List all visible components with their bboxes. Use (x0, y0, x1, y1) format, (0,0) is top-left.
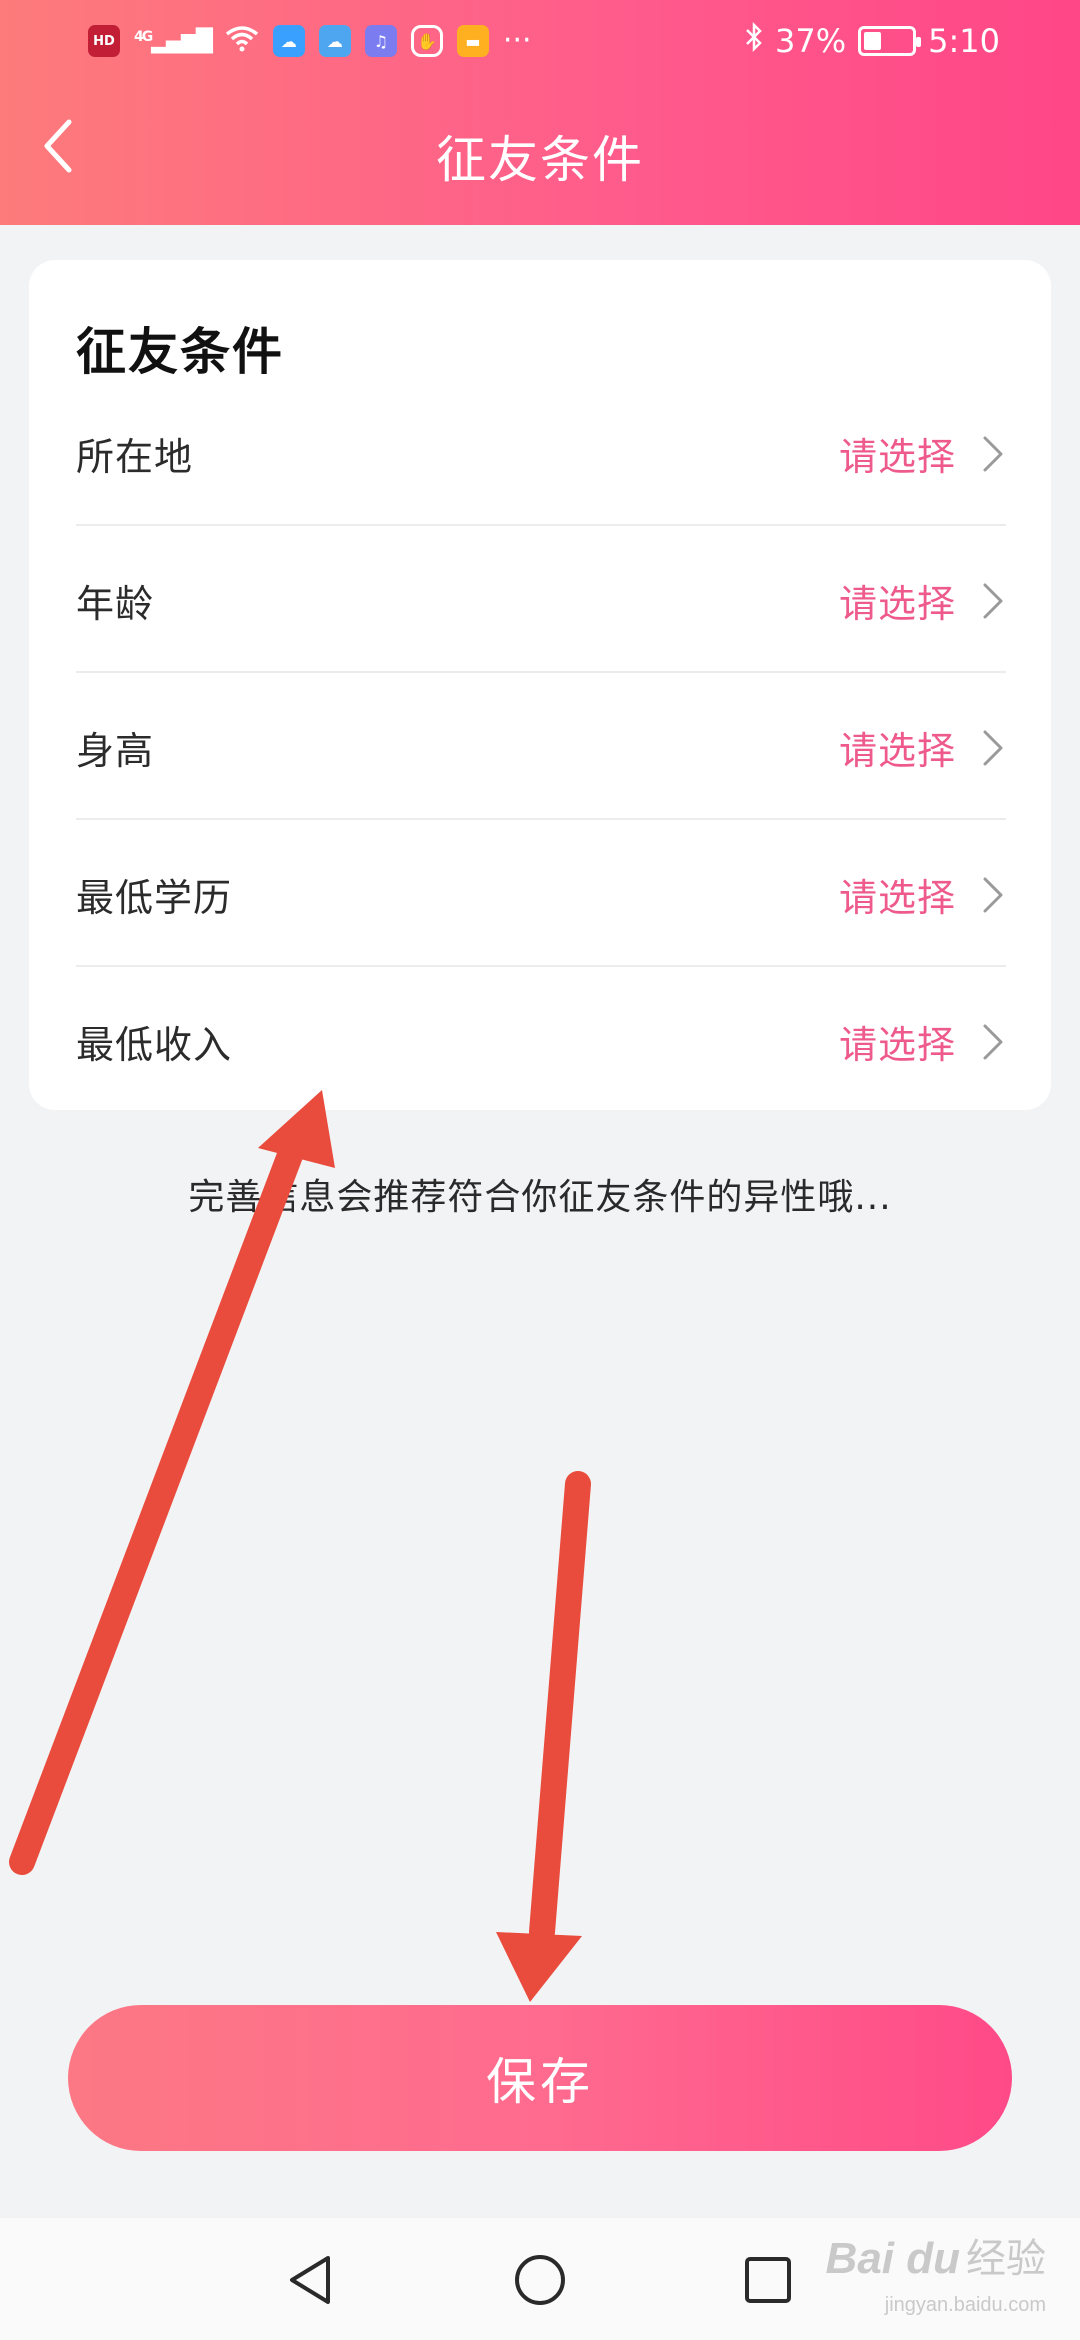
row-location[interactable]: 所在地 请选择 (76, 380, 1006, 527)
circle-home-icon (515, 2255, 565, 2305)
chevron-right-icon (983, 877, 1003, 912)
cellular-signal-icon: 4G▂▄▆█ (134, 28, 213, 54)
chevron-right-icon (983, 1024, 1003, 1059)
cloud-app-icon: ☁ (318, 25, 351, 57)
status-right: 37% 5:10 (745, 18, 1000, 64)
save-button[interactable]: 保存 (68, 2005, 1012, 2151)
wifi-icon (225, 24, 259, 59)
row-selector: 请选择 (839, 573, 1006, 628)
nav-bar: 征友条件 (0, 82, 1080, 225)
watermark-brand: Bai du (825, 2234, 960, 2283)
row-label: 身高 (76, 729, 155, 773)
divider (76, 818, 1006, 820)
row-selector: 请选择 (839, 1014, 1006, 1069)
row-label: 年龄 (76, 582, 155, 626)
store-app-icon: ▬ (456, 25, 489, 57)
chevron-right-icon (983, 583, 1003, 618)
battery-icon (858, 26, 922, 56)
divider (76, 524, 1006, 526)
row-value: 请选择 (838, 1023, 956, 1067)
bluetooth-icon (745, 21, 763, 61)
watermark-sub: 经验 (966, 2236, 1046, 2282)
row-value: 请选择 (838, 435, 956, 479)
row-value: 请选择 (838, 582, 956, 626)
divider (76, 965, 1006, 967)
row-label: 所在地 (76, 435, 194, 479)
row-selector: 请选择 (839, 426, 1006, 481)
app-screen: HD 4G▂▄▆█ ☁ ☁ ♫ ✋ ▬ ··· 37% 5:10 征友条件 征友… (0, 0, 1080, 2340)
status-left: HD 4G▂▄▆█ ☁ ☁ ♫ ✋ ▬ ··· (88, 18, 532, 64)
chevron-right-icon (983, 436, 1003, 471)
baidu-watermark: Bai du 经验 (826, 2226, 1046, 2284)
hint-text: 完善信息会推荐符合你征友条件的异性哦... (188, 1177, 892, 1218)
network-type-label: 4G (134, 28, 153, 45)
row-min-education[interactable]: 最低学历 请选择 (76, 821, 1006, 968)
more-notifications-icon: ··· (502, 23, 532, 58)
weather-app-icon: ☁ (272, 25, 305, 57)
chevron-right-icon (983, 730, 1003, 765)
header: HD 4G▂▄▆█ ☁ ☁ ♫ ✋ ▬ ··· 37% 5:10 征友条件 (0, 0, 1080, 225)
row-label: 最低学历 (76, 876, 233, 920)
divider (76, 671, 1006, 673)
status-bar: HD 4G▂▄▆█ ☁ ☁ ♫ ✋ ▬ ··· 37% 5:10 (0, 0, 1080, 82)
card-title: 征友条件 (76, 323, 284, 381)
system-back-button[interactable] (270, 2240, 350, 2320)
row-selector: 请选择 (839, 867, 1006, 922)
row-label: 最低收入 (76, 1023, 233, 1067)
battery-percent: 37% (775, 22, 847, 60)
row-height[interactable]: 身高 请选择 (76, 674, 1006, 821)
hd-badge: HD (88, 25, 120, 57)
watermark-url: jingyan.baidu.com (884, 2294, 1046, 2316)
row-selector: 请选择 (839, 720, 1006, 775)
annotation-arrow-down (496, 1471, 591, 2002)
system-home-button[interactable] (500, 2240, 580, 2320)
row-min-income[interactable]: 最低收入 请选择 (76, 968, 1006, 1115)
conditions-card: 征友条件 所在地 请选择 年龄 请选择 身高 请选择 最低学历 请选择 最低收入… (29, 260, 1051, 1110)
row-value: 请选择 (838, 876, 956, 920)
battery-fill (864, 32, 882, 50)
music-app-icon: ♫ (364, 25, 397, 57)
triangle-back-icon (290, 2256, 330, 2304)
row-age[interactable]: 年龄 请选择 (76, 527, 1006, 674)
system-recents-button[interactable] (728, 2240, 808, 2320)
page-title: 征友条件 (436, 131, 644, 189)
clock: 5:10 (928, 22, 1000, 60)
hand-app-icon: ✋ (410, 25, 443, 57)
row-value: 请选择 (838, 729, 956, 773)
square-recents-icon (745, 2257, 791, 2303)
